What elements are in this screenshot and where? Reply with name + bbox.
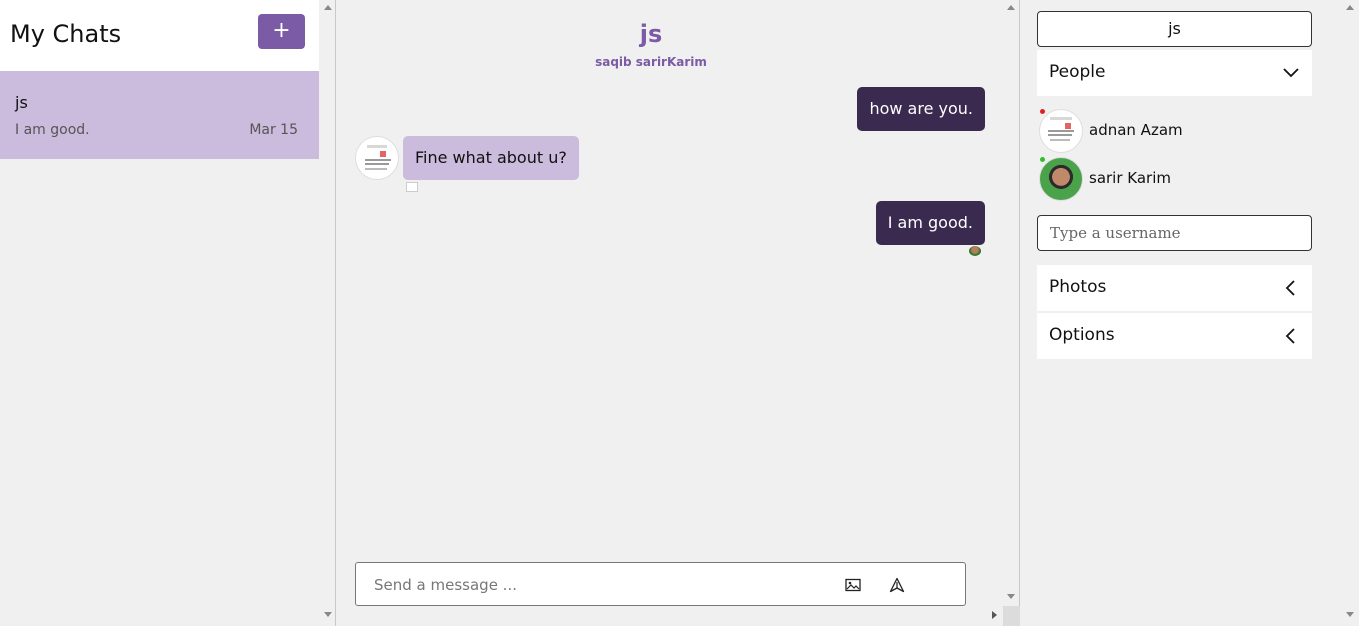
photos-section-label: Photos (1049, 277, 1107, 297)
chat-card[interactable]: js I am good. Mar 15 (0, 71, 319, 159)
scroll-down-arrow-icon[interactable] (324, 612, 332, 617)
people-section-header[interactable]: People (1037, 50, 1312, 96)
read-receipt-avatar (406, 182, 418, 192)
scroll-right-arrow-icon[interactable] (992, 611, 997, 619)
chevron-down-icon (1283, 68, 1299, 78)
chat-card-last-message: I am good. (15, 122, 90, 138)
outgoing-message: I am good. (875, 201, 985, 245)
options-section-label: Options (1049, 325, 1115, 345)
incoming-message: Fine what about u? (403, 136, 579, 180)
scroll-down-arrow-icon[interactable] (1346, 612, 1354, 617)
person-avatar (1039, 109, 1083, 153)
outgoing-message: how are you. (857, 87, 985, 131)
chat-feed-title: js (639, 20, 663, 48)
new-chat-button[interactable]: + (258, 14, 305, 49)
sender-avatar (355, 136, 399, 180)
people-section-label: People (1049, 62, 1106, 82)
image-icon[interactable] (845, 577, 861, 593)
settings-scrollbar[interactable] (1342, 0, 1359, 626)
read-receipt-avatar (969, 246, 981, 256)
chevron-left-icon (1285, 280, 1295, 296)
scroll-up-arrow-icon[interactable] (324, 5, 332, 10)
chat-card-title: js (15, 93, 28, 112)
photos-section-header[interactable]: Photos (1037, 265, 1312, 311)
person-avatar (1039, 157, 1083, 201)
chat-list-header: My Chats + (0, 0, 319, 71)
person-row[interactable]: sarir Karim (1037, 157, 1312, 201)
chat-card-date: Mar 15 (249, 122, 298, 138)
online-status-dot (1040, 157, 1045, 162)
scrollbar-corner (1003, 606, 1020, 626)
person-name: sarir Karim (1089, 169, 1171, 187)
chat-feed-subtitle: saqib sarirKarim (595, 55, 707, 69)
chat-list-title: My Chats (10, 20, 122, 48)
send-icon[interactable] (889, 577, 905, 593)
offline-status-dot (1040, 109, 1045, 114)
person-name: adnan Azam (1089, 121, 1183, 139)
chat-feed-scrollbar[interactable] (1003, 0, 1020, 626)
options-section-header[interactable]: Options (1037, 313, 1312, 359)
chat-settings-panel: js People adnan Azam sarir Karim Photos … (1021, 0, 1359, 626)
chat-title-field[interactable]: js (1037, 11, 1312, 47)
message-composer (355, 562, 966, 606)
message-input[interactable] (374, 574, 814, 596)
chat-list-panel: My Chats + js I am good. Mar 15 (0, 0, 319, 626)
chat-feed: js saqib sarirKarim how are you. Fine wh… (337, 0, 1020, 626)
chat-list-scrollbar[interactable] (320, 0, 336, 626)
scroll-up-arrow-icon[interactable] (1346, 5, 1354, 10)
chevron-left-icon (1285, 328, 1295, 344)
add-username-input[interactable] (1037, 215, 1312, 251)
person-row[interactable]: adnan Azam (1037, 109, 1312, 153)
scroll-up-arrow-icon[interactable] (1007, 5, 1015, 10)
scroll-down-arrow-icon[interactable] (1007, 594, 1015, 599)
